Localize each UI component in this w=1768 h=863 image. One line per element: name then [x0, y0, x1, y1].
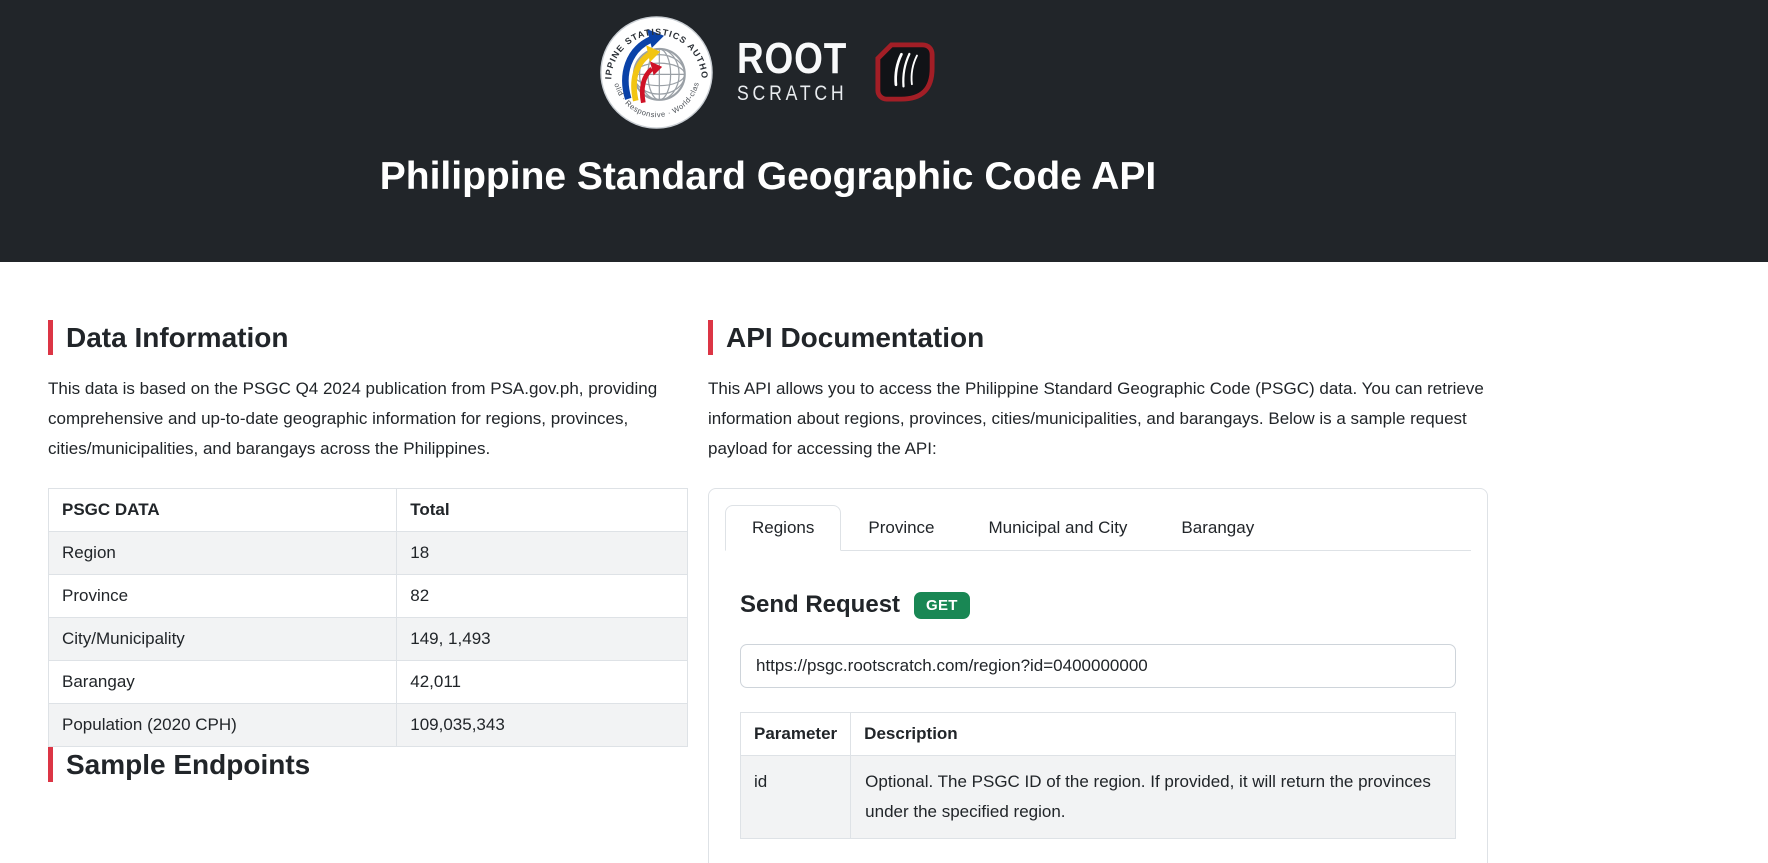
level-cell: Population (2020 CPH) — [49, 704, 397, 747]
parameter-cell: id — [741, 755, 851, 838]
send-request-row: Send Request GET — [740, 591, 1456, 620]
column-header-parameter: Parameter — [741, 712, 851, 755]
tab-province[interactable]: Province — [841, 505, 961, 551]
tab-content-regions: Send Request GET Parameter Description — [725, 551, 1471, 839]
get-method-badge: GET — [914, 592, 970, 619]
table-row: Region 18 — [49, 532, 688, 575]
api-documentation-section: API Documentation This API allows you to… — [708, 320, 1488, 863]
column-header-description: Description — [851, 712, 1456, 755]
table-row: Province 82 — [49, 575, 688, 618]
level-cell: City/Municipality — [49, 618, 397, 661]
parameters-table: Parameter Description id Optional. The P… — [740, 712, 1456, 839]
tab-barangay[interactable]: Barangay — [1154, 505, 1281, 551]
table-row: id Optional. The PSGC ID of the region. … — [741, 755, 1456, 838]
hero-inner: PHILIPPINE STATISTICS AUTHORITY Solid · … — [0, 0, 1536, 262]
data-information-description: This data is based on the PSGC Q4 2024 p… — [48, 374, 658, 464]
api-docs-tabs: Regions Province Municipal and City Bara… — [725, 505, 1471, 551]
total-cell: 149, 1,493 — [397, 618, 688, 661]
table-row: Population (2020 CPH) 109,035,343 — [49, 704, 688, 747]
api-documentation-description: This API allows you to access the Philip… — [708, 374, 1488, 464]
tab-municipal-and-city[interactable]: Municipal and City — [962, 505, 1155, 551]
total-cell: 109,035,343 — [397, 704, 688, 747]
page: PHILIPPINE STATISTICS AUTHORITY Solid · … — [0, 0, 1768, 863]
table-row: Barangay 42,011 — [49, 661, 688, 704]
sample-endpoints-heading: Sample Endpoints — [48, 747, 688, 782]
description-cell: Optional. The PSGC ID of the region. If … — [851, 755, 1456, 838]
table-header-row: Parameter Description — [741, 712, 1456, 755]
psgc-data-table: PSGC DATA Total Region 18 Province 82 Ci… — [48, 488, 688, 747]
table-row: City/Municipality 149, 1,493 — [49, 618, 688, 661]
api-documentation-heading: API Documentation — [708, 320, 1488, 355]
total-cell: 82 — [397, 575, 688, 618]
table-header-row: PSGC DATA Total — [49, 489, 688, 532]
total-cell: 42,011 — [397, 661, 688, 704]
column-header-psgc-data: PSGC DATA — [49, 489, 397, 532]
data-information-heading: Data Information — [48, 320, 688, 355]
api-request-card: Regions Province Municipal and City Bara… — [708, 488, 1488, 863]
level-cell: Region — [49, 532, 397, 575]
brand-name-bottom: SCRATCH — [737, 82, 847, 106]
page-title: Philippine Standard Geographic Code API — [380, 154, 1156, 201]
data-information-section: Data Information This data is based on t… — [48, 320, 688, 863]
total-cell: 18 — [397, 532, 688, 575]
brand-name-top: ROOT — [737, 38, 847, 80]
claw-shield-icon — [874, 41, 936, 103]
hero-header: PHILIPPINE STATISTICS AUTHORITY Solid · … — [0, 0, 1768, 262]
psa-seal-icon: PHILIPPINE STATISTICS AUTHORITY Solid · … — [600, 16, 713, 129]
send-request-heading: Send Request — [740, 591, 900, 620]
request-url-input[interactable] — [740, 644, 1456, 688]
level-cell: Barangay — [49, 661, 397, 704]
level-cell: Province — [49, 575, 397, 618]
logo-row: PHILIPPINE STATISTICS AUTHORITY Solid · … — [600, 14, 936, 130]
column-header-total: Total — [397, 489, 688, 532]
root-scratch-wordmark: ROOT SCRATCH — [737, 38, 868, 107]
root-scratch-logo: ROOT SCRATCH — [737, 38, 936, 107]
tab-regions[interactable]: Regions — [725, 505, 841, 551]
main-content: Data Information This data is based on t… — [0, 320, 1536, 863]
